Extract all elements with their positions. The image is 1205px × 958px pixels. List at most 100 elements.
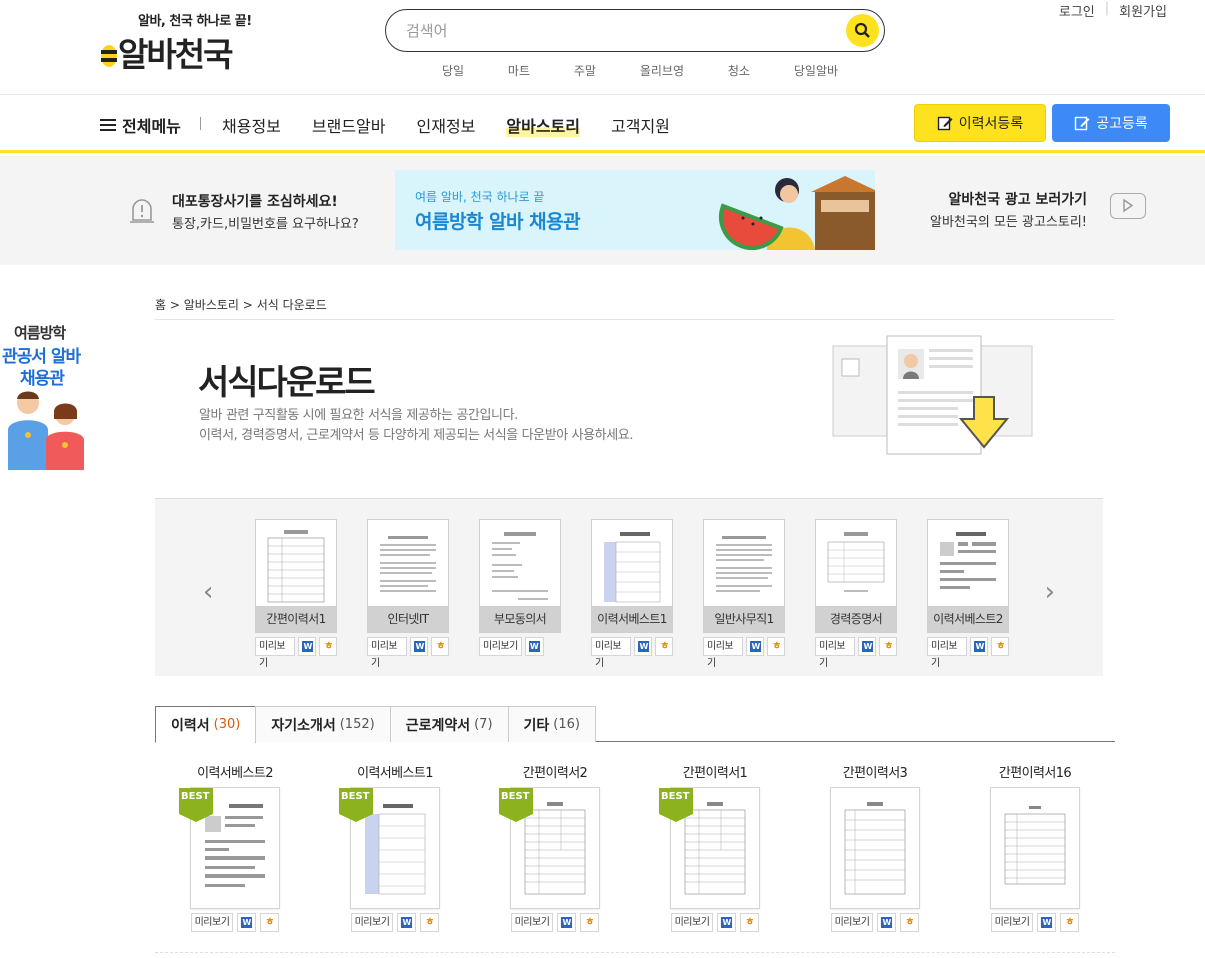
carousel-prev-icon[interactable]: ‹: [203, 577, 213, 607]
all-menu-button[interactable]: 전체메뉴: [100, 113, 181, 137]
breadcrumb-home[interactable]: 홈: [155, 298, 166, 312]
preview-button[interactable]: 미리보기: [927, 637, 968, 669]
word-download-icon[interactable]: [1037, 913, 1057, 932]
form-thumbnail[interactable]: 간편이력서1: [255, 519, 337, 633]
word-download-icon[interactable]: [634, 637, 653, 656]
word-download-icon[interactable]: [717, 913, 737, 932]
nav-item-brand[interactable]: 브랜드알바: [312, 113, 386, 137]
tab-resume[interactable]: 이력서 (30): [155, 706, 257, 743]
carousel-item[interactable]: 이력서베스트1 미리보기: [591, 519, 673, 669]
preview-button[interactable]: 미리보기: [255, 637, 296, 669]
form-thumbnail[interactable]: BEST: [339, 787, 440, 909]
hwp-download-icon[interactable]: [580, 913, 600, 932]
search-button[interactable]: [846, 14, 879, 47]
form-card[interactable]: 간편이력서16 미리보기: [970, 762, 1100, 932]
document-preview: [267, 530, 325, 603]
hwp-download-icon[interactable]: [319, 637, 337, 656]
word-download-icon[interactable]: [557, 913, 577, 932]
form-card[interactable]: 간편이력서1 BEST 미리보기: [650, 762, 780, 932]
fraud-warning[interactable]: 대포통장사기를 조심하세요! 통장,카드,비밀번호를 요구하나요?: [128, 191, 359, 232]
word-download-icon[interactable]: [858, 637, 877, 656]
ad-link[interactable]: 알바천국 광고 보러가기 알바천국의 모든 광고스토리!: [930, 189, 1087, 230]
nav-item-story[interactable]: 알바스토리: [506, 113, 580, 137]
word-download-icon[interactable]: [410, 637, 429, 656]
form-card[interactable]: 이력서베스트2 BEST 미리보기: [170, 762, 300, 932]
breadcrumb-story[interactable]: 알바스토리: [184, 298, 239, 312]
word-download-icon[interactable]: [397, 913, 417, 932]
carousel-item[interactable]: 간편이력서1 미리보기: [255, 519, 337, 669]
carousel-item[interactable]: 부모동의서 미리보기: [479, 519, 561, 656]
form-thumbnail[interactable]: 일반사무직1: [703, 519, 785, 633]
hwp-download-icon[interactable]: [900, 913, 920, 932]
word-download-icon[interactable]: [298, 637, 317, 656]
word-download-icon[interactable]: [237, 913, 257, 932]
form-thumbnail[interactable]: 인터넷IT: [367, 519, 449, 633]
carousel-item[interactable]: 일반사무직1 미리보기: [703, 519, 785, 669]
signup-link[interactable]: 회원가입: [1119, 1, 1167, 20]
nav-item-talent[interactable]: 인재정보: [417, 113, 476, 137]
form-thumbnail[interactable]: BEST: [659, 787, 760, 909]
form-thumbnail[interactable]: 이력서베스트2: [927, 519, 1009, 633]
hwp-download-icon[interactable]: [431, 637, 449, 656]
preview-button[interactable]: 미리보기: [591, 637, 632, 669]
preview-button[interactable]: 미리보기: [703, 637, 744, 669]
form-thumbnail[interactable]: [830, 787, 920, 909]
hwp-download-icon[interactable]: [420, 913, 440, 932]
post-register-button[interactable]: 공고등록: [1052, 104, 1170, 142]
hwp-download-icon[interactable]: [1060, 913, 1080, 932]
nav-item-jobs[interactable]: 채용정보: [222, 113, 281, 137]
summer-banner[interactable]: 여름 알바, 천국 하나로 끝 여름방학 알바 채용관: [395, 170, 875, 250]
form-thumbnail[interactable]: BEST: [179, 787, 280, 909]
keyword-link[interactable]: 당일: [442, 62, 464, 79]
carousel-item[interactable]: 인터넷IT 미리보기: [367, 519, 449, 669]
keyword-link[interactable]: 청소: [728, 62, 750, 79]
tab-etc[interactable]: 기타 (16): [507, 706, 596, 742]
keyword-link[interactable]: 올리브영: [640, 62, 684, 79]
word-download-icon[interactable]: [877, 913, 897, 932]
keyword-link[interactable]: 마트: [508, 62, 530, 79]
form-thumbnail[interactable]: 경력증명서: [815, 519, 897, 633]
carousel-item[interactable]: 경력증명서 미리보기: [815, 519, 897, 669]
resume-register-button[interactable]: 이력서등록: [914, 104, 1046, 142]
preview-button[interactable]: 미리보기: [990, 913, 1034, 932]
preview-button[interactable]: 미리보기: [350, 913, 394, 932]
hwp-download-icon[interactable]: [991, 637, 1009, 656]
preview-button[interactable]: 미리보기: [510, 913, 554, 932]
form-thumbnail[interactable]: [990, 787, 1080, 909]
search-input[interactable]: [406, 20, 806, 42]
word-download-icon[interactable]: [524, 637, 544, 656]
form-card[interactable]: 이력서베스트1 BEST 미리보기: [330, 762, 460, 932]
form-thumbnail[interactable]: 이력서베스트1: [591, 519, 673, 633]
carousel-item[interactable]: 이력서베스트2 미리보기: [927, 519, 1009, 669]
preview-button[interactable]: 미리보기: [815, 637, 856, 669]
hwp-download-icon[interactable]: [260, 913, 280, 932]
top-header: 알바, 천국 하나로 끝! 알바천국 당일 마트 주말 올리브영 청소 당일알바…: [0, 0, 1205, 95]
word-download-icon[interactable]: [970, 637, 989, 656]
tab-count: (16): [553, 717, 580, 732]
preview-button[interactable]: 미리보기: [190, 913, 234, 932]
form-card[interactable]: 간편이력서3 미리보기: [810, 762, 940, 932]
preview-button[interactable]: 미리보기: [479, 637, 522, 656]
nav-item-support[interactable]: 고객지원: [611, 113, 670, 137]
document-preview: [940, 532, 996, 589]
word-download-icon[interactable]: [746, 637, 765, 656]
keyword-link[interactable]: 당일알바: [794, 62, 838, 79]
hwp-download-icon[interactable]: [740, 913, 760, 932]
side-banner[interactable]: 여름방학 관공서 알바 채용관: [0, 320, 96, 470]
site-logo[interactable]: 알바, 천국 하나로 끝! 알바천국: [100, 10, 260, 74]
play-icon[interactable]: [1110, 193, 1146, 219]
preview-button[interactable]: 미리보기: [367, 637, 408, 669]
form-thumbnail[interactable]: BEST: [499, 787, 600, 909]
hwp-download-icon[interactable]: [879, 637, 897, 656]
preview-button[interactable]: 미리보기: [830, 913, 874, 932]
keyword-link[interactable]: 주말: [574, 62, 596, 79]
form-thumbnail[interactable]: 부모동의서: [479, 519, 561, 633]
tab-cover-letter[interactable]: 자기소개서 (152): [255, 706, 391, 742]
login-link[interactable]: 로그인: [1059, 1, 1095, 20]
carousel-next-icon[interactable]: ›: [1045, 577, 1055, 607]
form-card[interactable]: 간편이력서2 BEST 미리보기: [490, 762, 620, 932]
preview-button[interactable]: 미리보기: [670, 913, 714, 932]
hwp-download-icon[interactable]: [655, 637, 673, 656]
hwp-download-icon[interactable]: [767, 637, 785, 656]
tab-contract[interactable]: 근로계약서 (7): [389, 706, 509, 742]
